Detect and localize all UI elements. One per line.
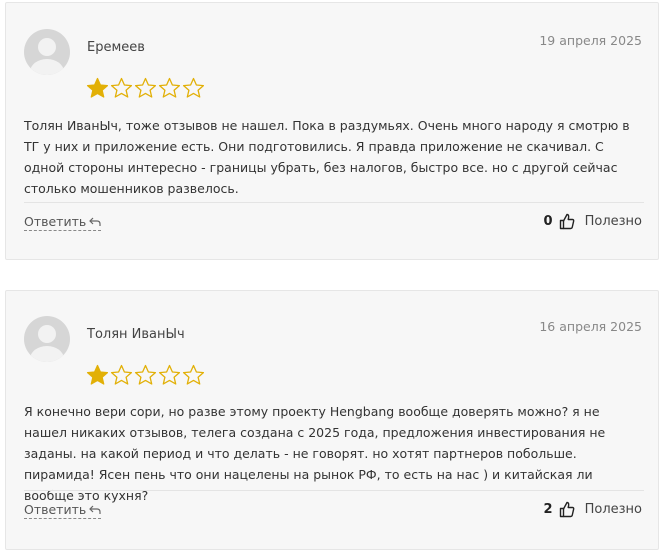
helpful-count: 2 [543, 502, 553, 517]
avatar [24, 29, 70, 75]
avatar-body [30, 346, 64, 362]
helpful-count: 0 [543, 214, 553, 229]
star-filled-icon [86, 77, 109, 98]
helpful-label: Полезно [584, 502, 642, 517]
helpful-widget: 2 Полезно [544, 501, 642, 518]
reply-arrow-icon [89, 217, 101, 226]
review-card: Еремеев 19 апреля 2025 Толян ИванЫч, тож… [5, 2, 659, 260]
thumbs-up-icon[interactable] [559, 213, 575, 230]
reply-link[interactable]: Ответить [24, 214, 102, 231]
helpful-widget: 0 Полезно [544, 213, 642, 230]
review-author: Толян ИванЫч [87, 327, 185, 342]
star-rating [86, 77, 205, 99]
star-empty-icon [182, 364, 205, 385]
reply-label: Ответить [24, 502, 87, 517]
avatar [24, 316, 70, 362]
review-card: Толян ИванЫч 16 апреля 2025 Я конечно ве… [5, 290, 659, 550]
helpful-label: Полезно [584, 214, 642, 229]
divider [24, 490, 644, 491]
reply-arrow-icon [89, 505, 101, 514]
star-empty-icon [182, 77, 205, 98]
review-author: Еремеев [87, 40, 145, 55]
star-empty-icon [110, 77, 133, 98]
review-date: 16 апреля 2025 [539, 319, 642, 334]
reply-link[interactable]: Ответить [24, 502, 102, 519]
review-date: 19 апреля 2025 [539, 33, 642, 48]
star-filled-icon [86, 364, 109, 385]
thumbs-up-icon[interactable] [559, 501, 575, 518]
reply-label: Ответить [24, 214, 87, 229]
star-empty-icon [110, 364, 133, 385]
avatar-body [30, 59, 64, 75]
star-empty-icon [158, 364, 181, 385]
review-text: Толян ИванЫч, тоже отзывов не нашел. Пок… [24, 118, 630, 196]
avatar-head [38, 325, 56, 343]
star-rating [86, 364, 205, 386]
star-empty-icon [134, 364, 157, 385]
avatar-head [38, 38, 56, 56]
star-empty-icon [134, 77, 157, 98]
star-empty-icon [158, 77, 181, 98]
divider [24, 202, 644, 203]
